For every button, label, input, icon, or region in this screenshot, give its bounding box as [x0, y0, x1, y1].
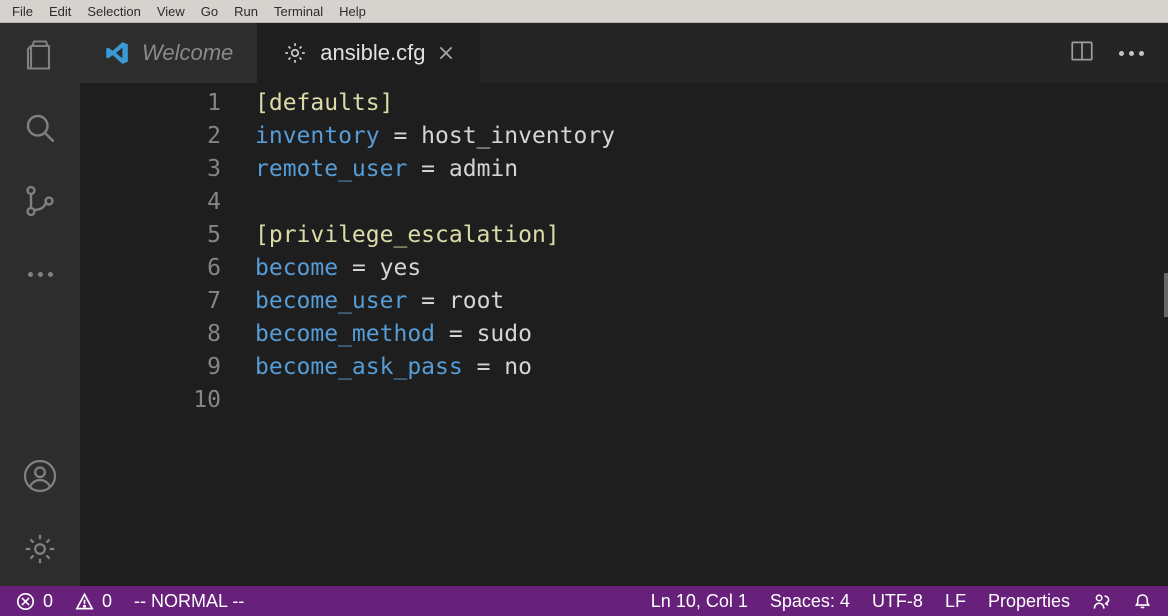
status-bar: 0 0 -- NORMAL -- Ln 10, Col 1 Spaces: 4 … [0, 586, 1168, 616]
menu-view[interactable]: View [149, 2, 193, 21]
close-icon[interactable] [437, 44, 455, 62]
activity-bar [0, 23, 80, 586]
search-icon[interactable] [22, 110, 58, 151]
line-number: 6 [80, 252, 221, 285]
bell-icon [1133, 592, 1152, 611]
menu-edit[interactable]: Edit [41, 2, 79, 21]
menu-help[interactable]: Help [331, 2, 374, 21]
code-editor[interactable]: 1 2 3 4 5 6 7 8 9 10 [defaults]inventory… [80, 83, 1168, 586]
tab-welcome-label: Welcome [142, 40, 233, 66]
line-number: 10 [80, 384, 221, 417]
code-line[interactable] [255, 186, 1168, 219]
gutter: 1 2 3 4 5 6 7 8 9 10 [80, 83, 245, 586]
gear-icon [282, 40, 308, 66]
tab-welcome[interactable]: Welcome [80, 23, 258, 83]
account-icon[interactable] [22, 458, 58, 499]
menu-go[interactable]: Go [193, 2, 226, 21]
status-errors-count: 0 [43, 591, 53, 612]
status-notifications[interactable] [1133, 592, 1152, 611]
code-line[interactable]: inventory = host_inventory [255, 120, 1168, 153]
menu-file[interactable]: File [4, 2, 41, 21]
line-number: 9 [80, 351, 221, 384]
code-line[interactable]: [privilege_escalation] [255, 219, 1168, 252]
code-line[interactable]: [defaults] [255, 87, 1168, 120]
vscode-logo-icon [104, 40, 130, 66]
explorer-icon[interactable] [22, 37, 58, 78]
code-line[interactable]: become_ask_pass = no [255, 351, 1168, 384]
more-icon[interactable] [22, 256, 58, 292]
code-line[interactable]: become_method = sudo [255, 318, 1168, 351]
code-line[interactable]: become_user = root [255, 285, 1168, 318]
menu-selection[interactable]: Selection [79, 2, 148, 21]
editor-group: Welcome ansible.cfg 1 2 3 4 5 [80, 23, 1168, 586]
code-line[interactable] [255, 384, 1168, 417]
code-line[interactable]: remote_user = admin [255, 153, 1168, 186]
menu-terminal[interactable]: Terminal [266, 2, 331, 21]
tabs-bar: Welcome ansible.cfg [80, 23, 1168, 83]
status-vim-mode: -- NORMAL -- [134, 591, 244, 612]
line-number: 1 [80, 87, 221, 120]
status-warnings-count: 0 [102, 591, 112, 612]
main-area: Welcome ansible.cfg 1 2 3 4 5 [0, 23, 1168, 586]
status-eol[interactable]: LF [945, 591, 966, 612]
tab-active-file-label: ansible.cfg [320, 40, 425, 66]
status-errors[interactable]: 0 [16, 591, 53, 612]
line-number: 8 [80, 318, 221, 351]
warning-icon [75, 592, 94, 611]
tab-active-file[interactable]: ansible.cfg [258, 23, 480, 83]
feedback-icon [1092, 592, 1111, 611]
menu-run[interactable]: Run [226, 2, 266, 21]
line-number: 3 [80, 153, 221, 186]
settings-gear-icon[interactable] [22, 531, 58, 572]
source-control-icon[interactable] [22, 183, 58, 224]
status-encoding[interactable]: UTF-8 [872, 591, 923, 612]
status-warnings[interactable]: 0 [75, 591, 112, 612]
line-number: 4 [80, 186, 221, 219]
line-number: 7 [80, 285, 221, 318]
code-line[interactable]: become = yes [255, 252, 1168, 285]
split-editor-icon[interactable] [1069, 38, 1095, 69]
menu-bar: File Edit Selection View Go Run Terminal… [0, 0, 1168, 23]
status-language[interactable]: Properties [988, 591, 1070, 612]
line-number: 2 [80, 120, 221, 153]
status-indent[interactable]: Spaces: 4 [770, 591, 850, 612]
editor-more-icon[interactable] [1119, 51, 1144, 56]
line-number: 5 [80, 219, 221, 252]
status-cursor[interactable]: Ln 10, Col 1 [651, 591, 748, 612]
code-body[interactable]: [defaults]inventory = host_inventoryremo… [245, 83, 1168, 586]
error-icon [16, 592, 35, 611]
status-feedback[interactable] [1092, 592, 1111, 611]
